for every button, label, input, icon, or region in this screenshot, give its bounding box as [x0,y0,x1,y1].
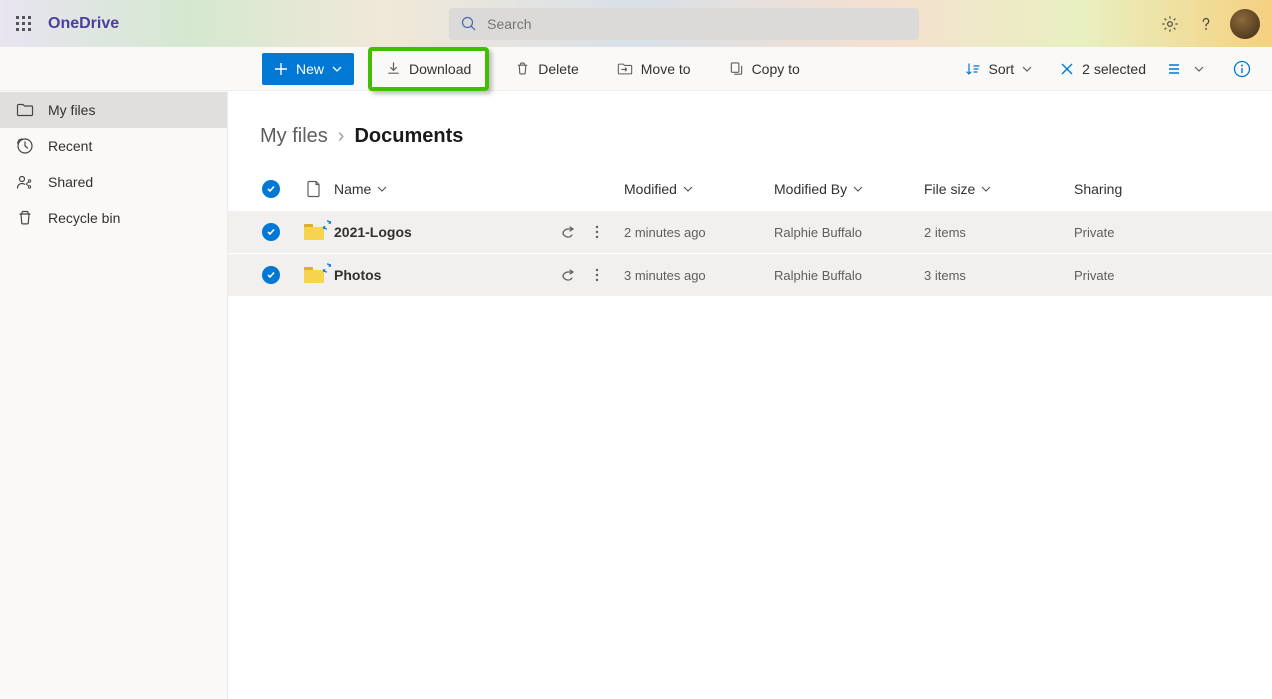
cell-modified: 3 minutes ago [624,268,774,283]
chevron-down-icon [853,184,863,194]
check-icon [266,184,276,194]
sync-icon [322,263,332,273]
person-share-icon [16,173,34,191]
nav-recent[interactable]: Recent [0,128,227,164]
share-icon[interactable] [560,267,576,283]
nav-my-files[interactable]: My files [0,92,227,128]
nav-label: Shared [48,174,93,190]
download-button[interactable]: Download [374,53,483,85]
cell-sharing: Private [1074,268,1252,283]
share-icon[interactable] [560,224,576,240]
selection-count[interactable]: 2 selected [1060,61,1146,77]
chevron-down-icon [377,184,387,194]
breadcrumb-current: Documents [354,125,463,148]
selected-label: 2 selected [1082,61,1146,77]
new-button[interactable]: New [262,53,354,85]
cell-sharing: Private [1074,225,1252,240]
more-icon[interactable] [590,224,604,240]
trash-icon [16,209,34,227]
copy-to-button[interactable]: Copy to [717,53,812,85]
item-name[interactable]: 2021-Logos [334,224,412,240]
download-highlight: Download [368,47,489,91]
folder-outline-icon [16,101,34,119]
close-icon [1060,62,1074,76]
command-toolbar: New Download Delete Move to Copy to Sort… [0,47,1272,91]
nav-label: My files [48,102,95,118]
search-input[interactable] [487,16,907,32]
sync-icon [322,220,332,230]
sidebar: Ralphie Buffalo My files Recent Shared R… [0,47,228,699]
column-file-size[interactable]: File size [924,181,1074,197]
nav-shared[interactable]: Shared [0,164,227,200]
nav-recycle-bin[interactable]: Recycle bin [0,200,227,236]
delete-label: Delete [538,61,578,77]
cell-size: 2 items [924,225,1074,240]
settings-button[interactable] [1154,8,1186,40]
nav-label: Recent [48,138,92,154]
table-header: Name Modified Modified By File size Shar… [228,168,1272,210]
item-name[interactable]: Photos [334,267,381,283]
copy-to-icon [729,61,744,76]
check-icon [266,270,276,280]
column-modified-by[interactable]: Modified By [774,181,924,197]
chevron-down-icon [981,184,991,194]
gear-icon [1161,15,1179,33]
cell-modified-by: Ralphie Buffalo [774,268,924,283]
chevron-down-icon [1022,64,1032,74]
breadcrumb-parent[interactable]: My files [260,125,328,148]
row-checkbox[interactable] [262,223,280,241]
sort-button[interactable]: Sort [954,53,1044,85]
new-label: New [296,61,324,77]
view-options-button[interactable] [1162,53,1210,85]
table-row[interactable]: 2021-Logos 2 minutes ago Ralphie Buffalo… [228,210,1272,253]
download-label: Download [409,61,471,77]
chevron-right-icon: › [338,125,345,148]
plus-icon [274,62,288,76]
column-name[interactable]: Name [334,181,624,197]
app-header: OneDrive [0,0,1272,47]
help-icon [1197,15,1215,33]
folder-icon [304,224,324,240]
move-to-label: Move to [641,61,691,77]
chevron-down-icon [683,184,693,194]
nav-label: Recycle bin [48,210,120,226]
cell-modified-by: Ralphie Buffalo [774,225,924,240]
user-avatar[interactable] [1230,9,1260,39]
copy-to-label: Copy to [752,61,800,77]
sort-icon [966,62,980,76]
app-launcher-button[interactable] [12,12,36,36]
help-button[interactable] [1190,8,1222,40]
delete-button[interactable]: Delete [503,53,590,85]
clock-icon [16,137,34,155]
column-modified[interactable]: Modified [624,181,774,197]
move-to-icon [617,61,633,77]
file-type-icon[interactable] [306,180,322,198]
select-all-checkbox[interactable] [262,180,280,198]
column-sharing[interactable]: Sharing [1074,181,1252,197]
more-icon[interactable] [590,267,604,283]
delete-icon [515,61,530,76]
main-content: My files › Documents Name Modified Mo [228,91,1272,296]
move-to-button[interactable]: Move to [605,53,703,85]
list-view-icon [1168,62,1186,76]
row-checkbox[interactable] [262,266,280,284]
download-icon [386,61,401,76]
brand-label[interactable]: OneDrive [48,15,119,33]
sort-label: Sort [988,61,1014,77]
check-icon [266,227,276,237]
file-table: Name Modified Modified By File size Shar… [228,168,1272,296]
search-box[interactable] [449,8,919,40]
cell-size: 3 items [924,268,1074,283]
cell-modified: 2 minutes ago [624,225,774,240]
table-row[interactable]: Photos 3 minutes ago Ralphie Buffalo 3 i… [228,253,1272,296]
chevron-down-icon [332,64,342,74]
info-icon [1233,60,1251,78]
folder-icon [304,267,324,283]
info-button[interactable] [1226,53,1258,85]
breadcrumb: My files › Documents [228,91,1272,168]
chevron-down-icon [1194,64,1204,74]
search-icon [461,16,477,32]
